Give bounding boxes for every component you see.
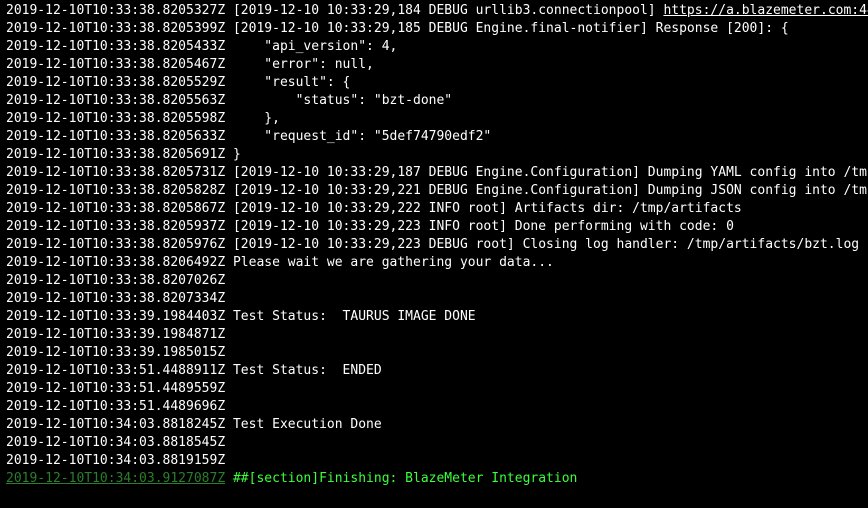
log-timestamp: 2019-12-10T10:33:38.8205467Z xyxy=(6,57,225,72)
log-timestamp: 2019-12-10T10:33:38.8205529Z xyxy=(6,75,225,90)
log-message: "request_id": "5def74790edf2" xyxy=(225,129,491,144)
log-timestamp: 2019-12-10T10:33:38.8207026Z xyxy=(6,273,225,288)
log-line: 2019-12-10T10:33:38.8205828Z [2019-12-10… xyxy=(6,182,862,200)
log-timestamp: 2019-12-10T10:33:38.8205691Z xyxy=(6,147,225,162)
log-line: 2019-12-10T10:33:38.8205598Z }, xyxy=(6,110,862,128)
log-message: Test Execution Done xyxy=(225,417,382,432)
log-timestamp: 2019-12-10T10:33:38.8205598Z xyxy=(6,111,225,126)
log-message: Please wait we are gathering your data..… xyxy=(225,255,554,270)
log-line: 2019-12-10T10:33:38.8205563Z "status": "… xyxy=(6,92,862,110)
log-line: 2019-12-10T10:33:38.8207026Z xyxy=(6,272,862,290)
log-line: 2019-12-10T10:33:38.8205327Z [2019-12-10… xyxy=(6,2,862,20)
log-line: 2019-12-10T10:34:03.8819159Z xyxy=(6,452,862,470)
section-message: ##[section]Finishing: BlazeMeter Integra… xyxy=(225,471,577,486)
log-timestamp: 2019-12-10T10:33:51.4489696Z xyxy=(6,399,225,414)
log-timestamp: 2019-12-10T10:33:51.4489559Z xyxy=(6,381,225,396)
log-line: 2019-12-10T10:33:39.1984403Z Test Status… xyxy=(6,308,862,326)
log-timestamp: 2019-12-10T10:33:38.8206492Z xyxy=(6,255,225,270)
log-timestamp: 2019-12-10T10:33:39.1984871Z xyxy=(6,327,225,342)
log-timestamp: 2019-12-10T10:33:51.4488911Z xyxy=(6,363,225,378)
log-message: [2019-12-10 10:33:29,223 DEBUG root] Clo… xyxy=(225,237,859,252)
log-line: 2019-12-10T10:33:38.8205529Z "result": { xyxy=(6,74,862,92)
log-line: 2019-12-10T10:33:38.8205399Z [2019-12-10… xyxy=(6,20,862,38)
log-line: 2019-12-10T10:33:38.8205976Z [2019-12-10… xyxy=(6,236,862,254)
log-timestamp: 2019-12-10T10:33:38.8207334Z xyxy=(6,291,225,306)
log-line: 2019-12-10T10:33:51.4489559Z xyxy=(6,380,862,398)
log-message: } xyxy=(225,147,241,162)
log-timestamp: 2019-12-10T10:33:39.1984403Z xyxy=(6,309,225,324)
terminal-output: 2019-12-10T10:33:38.8205327Z [2019-12-10… xyxy=(0,0,868,508)
log-timestamp: 2019-12-10T10:33:38.8205633Z xyxy=(6,129,225,144)
log-message: "api_version": 4, xyxy=(225,39,397,54)
log-line: 2019-12-10T10:33:38.8205731Z [2019-12-10… xyxy=(6,164,862,182)
log-timestamp: 2019-12-10T10:33:38.8205563Z xyxy=(6,93,225,108)
log-line: 2019-12-10T10:33:38.8205937Z [2019-12-10… xyxy=(6,218,862,236)
log-timestamp: 2019-12-10T10:33:38.8205731Z xyxy=(6,165,225,180)
log-timestamp: 2019-12-10T10:33:38.8205327Z xyxy=(6,3,225,18)
log-message: "error": null, xyxy=(225,57,374,72)
log-line: 2019-12-10T10:34:03.8818245Z Test Execut… xyxy=(6,416,862,434)
log-line: 2019-12-10T10:33:38.8206492Z Please wait… xyxy=(6,254,862,272)
section-timestamp: 2019-12-10T10:34:03.9127087Z xyxy=(6,471,225,486)
log-line: 2019-12-10T10:33:38.8205433Z "api_versio… xyxy=(6,38,862,56)
log-line: 2019-12-10T10:33:38.8205691Z } xyxy=(6,146,862,164)
log-timestamp: 2019-12-10T10:34:03.8818545Z xyxy=(6,435,225,450)
log-line: 2019-12-10T10:33:51.4488911Z Test Status… xyxy=(6,362,862,380)
log-line: 2019-12-10T10:33:39.1984871Z xyxy=(6,326,862,344)
log-line: 2019-12-10T10:33:39.1985015Z xyxy=(6,344,862,362)
log-message: Test Status: ENDED xyxy=(225,363,382,378)
log-timestamp: 2019-12-10T10:33:38.8205399Z xyxy=(6,21,225,36)
log-line: 2019-12-10T10:34:03.8818545Z xyxy=(6,434,862,452)
log-timestamp: 2019-12-10T10:33:38.8205867Z xyxy=(6,201,225,216)
log-message: "result": { xyxy=(225,75,350,90)
log-message: [2019-12-10 10:33:29,184 DEBUG urllib3.c… xyxy=(225,3,663,18)
log-message: [2019-12-10 10:33:29,222 INFO root] Arti… xyxy=(225,201,742,216)
log-timestamp: 2019-12-10T10:33:38.8205937Z xyxy=(6,219,225,234)
log-message: }, xyxy=(225,111,280,126)
log-message: [2019-12-10 10:33:29,223 INFO root] Done… xyxy=(225,219,734,234)
section-line: 2019-12-10T10:34:03.9127087Z ##[section]… xyxy=(6,470,862,488)
log-message: "status": "bzt-done" xyxy=(225,93,452,108)
log-timestamp: 2019-12-10T10:33:38.8205828Z xyxy=(6,183,225,198)
log-link[interactable]: https://a.blazemeter.com:443 xyxy=(663,3,868,18)
log-timestamp: 2019-12-10T10:33:39.1985015Z xyxy=(6,345,225,360)
log-timestamp: 2019-12-10T10:34:03.8818245Z xyxy=(6,417,225,432)
log-message: [2019-12-10 10:33:29,187 DEBUG Engine.Co… xyxy=(225,165,868,180)
log-line: 2019-12-10T10:33:38.8207334Z xyxy=(6,290,862,308)
log-timestamp: 2019-12-10T10:34:03.8819159Z xyxy=(6,453,225,468)
log-line: 2019-12-10T10:33:38.8205633Z "request_id… xyxy=(6,128,862,146)
log-message: [2019-12-10 10:33:29,185 DEBUG Engine.fi… xyxy=(225,21,789,36)
log-message: [2019-12-10 10:33:29,221 DEBUG Engine.Co… xyxy=(225,183,868,198)
log-timestamp: 2019-12-10T10:33:38.8205976Z xyxy=(6,237,225,252)
log-line: 2019-12-10T10:33:38.8205867Z [2019-12-10… xyxy=(6,200,862,218)
log-message: Test Status: TAURUS IMAGE DONE xyxy=(225,309,475,324)
log-line: 2019-12-10T10:33:38.8205467Z "error": nu… xyxy=(6,56,862,74)
log-line: 2019-12-10T10:33:51.4489696Z xyxy=(6,398,862,416)
log-timestamp: 2019-12-10T10:33:38.8205433Z xyxy=(6,39,225,54)
